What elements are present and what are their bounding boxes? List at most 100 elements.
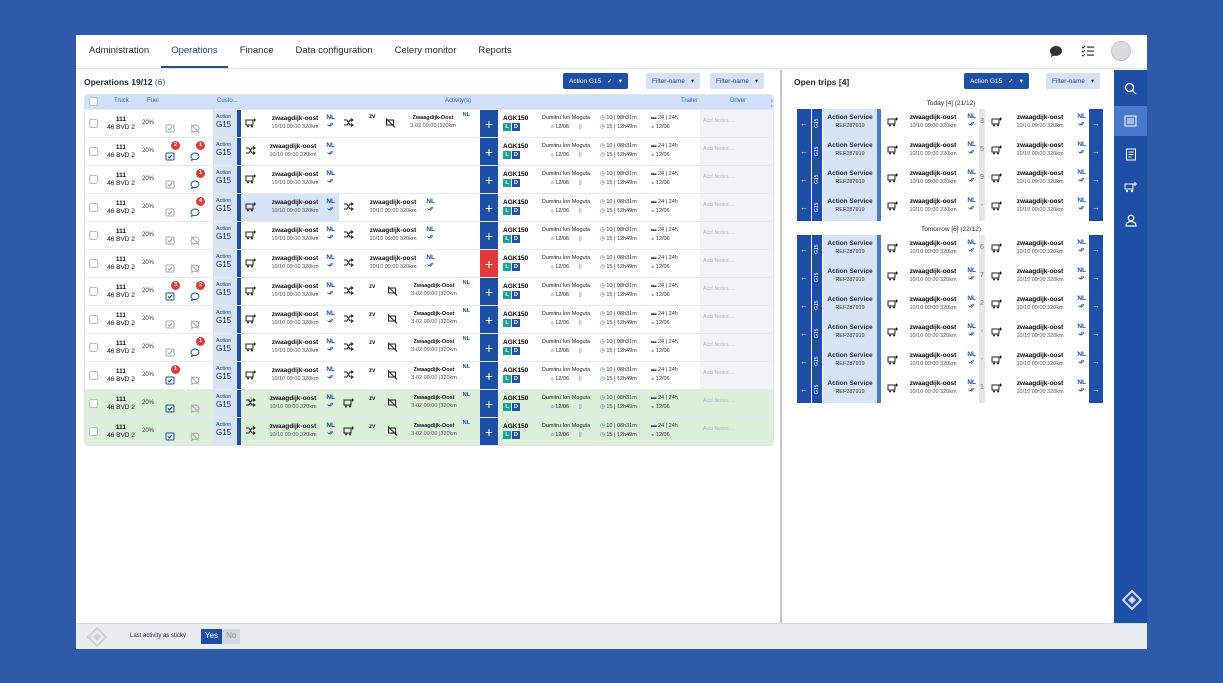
notes-cell[interactable]: Add Notes ...	[700, 250, 773, 278]
customer-action-cell[interactable]: Action G15	[213, 306, 237, 334]
activity-unload[interactable]: Zwaagdijk-Oost 3-02 09:00 |320km NL	[383, 362, 473, 390]
arrow-left-icon[interactable]: ←	[797, 193, 811, 221]
header-trailer[interactable]: Trailer	[681, 98, 698, 104]
row-checkbox[interactable]	[89, 175, 98, 184]
driver-cell[interactable]: Dumitru Ion Moguta ⌂ 12/06 ▯	[535, 418, 597, 445]
truck-cell[interactable]: 111 46 BVD 2	[103, 250, 139, 278]
row-checkbox[interactable]	[89, 147, 98, 156]
trip-service[interactable]: Action Service REF287919	[823, 347, 877, 375]
header-extra[interactable]: C t	[771, 98, 773, 108]
truck-cell[interactable]: 111 46 BVD 2	[103, 166, 139, 194]
no-message-icon[interactable]	[190, 260, 200, 278]
message-icon[interactable]	[190, 204, 200, 222]
notes-cell[interactable]: Add Notes ...	[700, 194, 773, 222]
activity-load[interactable]: zwaagdijk-oost 10/10 09:00 320km NL	[241, 194, 339, 222]
no-message-icon[interactable]	[190, 232, 200, 250]
notes-cell[interactable]: Add Notes ...	[700, 138, 773, 166]
trip-card[interactable]: ← G15 Action Service REF287919 zwaagdijk-…	[797, 109, 1105, 137]
activity-load[interactable]: zwaagdijk-oost 10/10 09:00 320km NL	[241, 110, 339, 138]
activity-unload[interactable]: Zwaagdijk-Oost 3-02 09:00 |320km NL	[383, 306, 473, 334]
customer-action-cell[interactable]: Action G15	[213, 110, 237, 138]
trailer-cell[interactable]: AGK150 L D	[500, 250, 532, 278]
activity-transfer[interactable]: zv	[339, 110, 381, 138]
driver-cell[interactable]: Dumitru Ion Moguta ⌂ 12/06 ▯	[535, 334, 597, 362]
activity-load[interactable]: zwaagdijk-oost 10/10 09:00 320km NL	[241, 166, 339, 194]
trip-activity[interactable]: zwaagdijk-oost 10/10 09:00 320km NL	[987, 109, 1089, 137]
trip-card[interactable]: ← G15 Action Service REF287919 zwaagdijk-…	[797, 319, 1105, 347]
tab-finance[interactable]: Finance	[230, 45, 284, 68]
row-checkbox[interactable]	[89, 203, 98, 212]
notes-cell[interactable]: Add Notes ...	[700, 222, 773, 250]
filter-dropdown-1[interactable]: Filter-name ▾	[646, 73, 701, 89]
trip-card[interactable]: ← G15 Action Service REF287919 zwaagdijk-…	[797, 165, 1105, 193]
trailer-cell[interactable]: AGK150 L D	[500, 222, 532, 250]
trip-activity[interactable]: zwaagdijk-oost 10/10 09:00 320km NL	[987, 375, 1089, 403]
sidebar-trips[interactable]	[1114, 106, 1147, 136]
trip-activity[interactable]: zwaagdijk-oost 10/10 09:00 320km NL	[987, 137, 1089, 165]
add-activity-button[interactable]: +	[480, 194, 498, 222]
activity-truncated[interactable]: zv	[369, 278, 383, 306]
add-activity-button[interactable]: +	[480, 278, 498, 306]
trip-card[interactable]: ← G15 Action Service REF287919 zwaagdijk-…	[797, 235, 1105, 263]
table-row[interactable]: 111 46 BVD 2 20% Action G15 zwaagdijk-oost 1…	[85, 249, 773, 278]
customer-action-cell[interactable]: Action G15	[213, 166, 237, 194]
customer-action-cell[interactable]: Action G15	[213, 390, 237, 418]
arrow-right-icon[interactable]: →	[1089, 235, 1103, 263]
row-checkbox[interactable]	[89, 427, 98, 436]
activity-load[interactable]: zwaagdijk-oost 10/10 09:00 320km NL	[241, 222, 339, 250]
sidebar-documents[interactable]	[1114, 139, 1147, 169]
table-row[interactable]: 111 46 BVD 2 20% 1 Action G15 zwaagdijk-oost …	[85, 165, 773, 194]
row-checkbox[interactable]	[89, 315, 98, 324]
notes-cell[interactable]: Add Notes ...	[700, 278, 773, 306]
trip-activity[interactable]: zwaagdijk-oost 10/10 09:00 320km NL	[987, 235, 1089, 263]
arrow-right-icon[interactable]: →	[1089, 319, 1103, 347]
row-checkbox[interactable]	[89, 399, 98, 408]
customer-action-cell[interactable]: Action G15	[213, 194, 237, 222]
table-row[interactable]: 111 46 BVD 2 20% Action G15 zwaagdijk-oost 10/…	[85, 389, 773, 418]
add-activity-button[interactable]: +	[480, 306, 498, 334]
customer-action-cell[interactable]: Action G15	[213, 250, 237, 278]
user-avatar[interactable]	[1111, 41, 1131, 61]
trip-service[interactable]: Action Service REF287919	[823, 165, 877, 193]
truck-cell[interactable]: 111 46 BVD 2	[103, 194, 139, 222]
sticky-toggle[interactable]: Yes No	[201, 629, 241, 644]
arrow-left-icon[interactable]: ←	[797, 235, 811, 263]
add-notes[interactable]: Add Notes ...	[703, 146, 735, 152]
truck-cell[interactable]: 111 46 BVD 2	[103, 110, 139, 138]
task-icon[interactable]	[165, 148, 175, 166]
trip-activity[interactable]: zwaagdijk-oost 10/10 09:00 320km NL	[987, 263, 1089, 291]
header-fuel[interactable]: Fuel	[147, 98, 159, 104]
customer-action-cell[interactable]: Action G15	[213, 418, 237, 445]
arrow-right-icon[interactable]: →	[1089, 193, 1103, 221]
activity-load[interactable]: zwaagdijk-oost 10/10 09:00 320km NL	[241, 250, 339, 278]
table-row[interactable]: 111 46 BVD 2 20% 2 1 Action G15 zwaagdijk-oost 1…	[85, 137, 773, 166]
driver-cell[interactable]: Dumitru Ion Moguta ⌂ 12/06 ▯	[535, 194, 597, 222]
arrow-left-icon[interactable]: ←	[797, 375, 811, 403]
arrow-right-icon[interactable]: →	[1089, 137, 1103, 165]
task-icon[interactable]	[165, 260, 175, 278]
activity-transfer[interactable]	[339, 278, 369, 306]
customer-action-cell[interactable]: Action G15	[213, 334, 237, 362]
driver-cell[interactable]: Dumitru Ion Moguta ⌂ 12/06 ▯	[535, 278, 597, 306]
trip-card[interactable]: ← G15 Action Service REF287919 zwaagdijk-…	[797, 137, 1105, 165]
notes-cell[interactable]: Add Notes ...	[700, 110, 773, 138]
task-icon[interactable]	[165, 232, 175, 250]
trip-service[interactable]: Action Service REF287919	[823, 109, 877, 137]
task-icon[interactable]	[165, 372, 175, 390]
message-icon[interactable]	[190, 176, 200, 194]
arrow-left-icon[interactable]: ←	[797, 263, 811, 291]
trip-activity[interactable]: zwaagdijk-oost 10/10 09:00 320km NL	[883, 319, 979, 347]
add-notes[interactable]: Add Notes ...	[703, 202, 735, 208]
notes-cell[interactable]: Add Notes ...	[700, 334, 773, 362]
trailer-cell[interactable]: AGK150 L D	[500, 362, 532, 390]
trip-activity[interactable]: zwaagdijk-oost 10/10 09:00 320km NL	[987, 319, 1089, 347]
add-notes[interactable]: Add Notes ...	[703, 342, 735, 348]
arrow-left-icon[interactable]: ←	[797, 347, 811, 375]
activity-load[interactable]	[339, 390, 369, 418]
tab-reports[interactable]: Reports	[468, 45, 521, 68]
add-notes[interactable]: Add Notes ...	[703, 370, 735, 376]
no-message-icon[interactable]	[190, 120, 200, 138]
sidebar-add-truck[interactable]	[1114, 172, 1147, 202]
driver-cell[interactable]: Dumitru Ion Moguta ⌂ 12/06 ▯	[535, 250, 597, 278]
no-message-icon[interactable]	[190, 400, 200, 418]
